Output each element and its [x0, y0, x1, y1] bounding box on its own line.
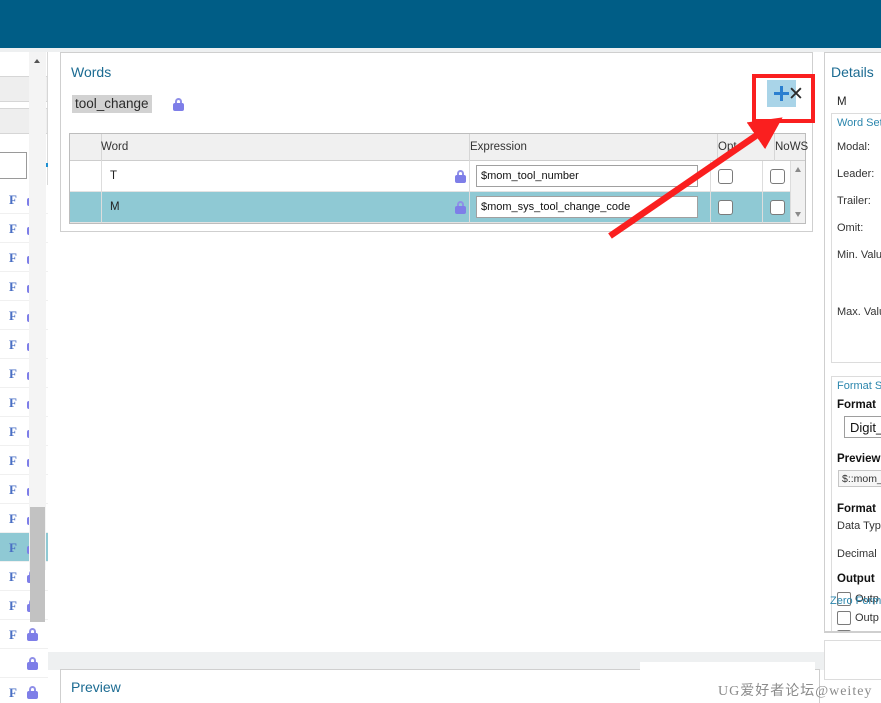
lock-icon	[173, 98, 184, 116]
left-sidebar: FFFFFFFFFFFFFFFFFF	[0, 52, 48, 703]
details-panel-title: Details	[831, 64, 874, 80]
watermark-text: UG爱好者论坛@weitey	[718, 684, 873, 699]
label-data-type: Data Typ	[837, 520, 881, 532]
sidebar-item-flag: F	[9, 221, 17, 236]
sidebar-list-item[interactable]: F	[0, 620, 48, 649]
details-panel-edge	[824, 632, 881, 633]
scroll-up-icon[interactable]	[795, 167, 801, 172]
label-decimal: Decimal	[837, 548, 877, 560]
preview-panel-title: Preview	[71, 679, 121, 695]
sidebar-item-flag: F	[9, 337, 17, 352]
zero-format-legend: Zero Form	[830, 595, 881, 607]
format-settings-group: Format S Format Digit_ Preview $::mom_s …	[831, 376, 881, 631]
cell-opt-checkbox[interactable]	[718, 169, 733, 184]
zero-format-group	[824, 640, 881, 680]
label-trailer: Trailer:	[837, 195, 871, 207]
label-min-value: Min. Valu	[837, 249, 881, 261]
sidebar-item-flag: F	[9, 598, 17, 613]
content-background	[48, 233, 881, 669]
cell-expression-input[interactable]: $mom_sys_tool_change_code	[476, 196, 698, 218]
output-option-checkbox[interactable]	[837, 611, 851, 625]
details-selected-word: M	[837, 96, 847, 108]
sidebar-item-flag: F	[9, 192, 17, 207]
sidebar-item-flag: F	[9, 424, 17, 439]
sidebar-item-flag: F	[9, 627, 17, 642]
output-heading: Output	[837, 573, 875, 585]
app-window: FFFFFFFFFFFFFFFFFF Words tool_change ✕	[0, 0, 881, 703]
details-panel: Details M Word Set Modal: Leader: Traile…	[824, 52, 881, 632]
sidebar-list-item[interactable]: F	[0, 678, 48, 703]
sidebar-item-flag: F	[9, 279, 17, 294]
sidebar-item-flag: F	[9, 569, 17, 584]
sidebar-item-flag: F	[9, 308, 17, 323]
lock-icon	[455, 170, 466, 183]
format-value-input[interactable]: Digit_	[844, 416, 881, 438]
label-leader: Leader:	[837, 168, 875, 180]
table-row[interactable]: M $mom_sys_tool_change_code	[70, 192, 805, 223]
cell-expression-input[interactable]: $mom_tool_number	[476, 165, 698, 187]
words-table-scrollbar[interactable]	[790, 161, 805, 223]
sidebar-item-flag: F	[9, 482, 17, 497]
sidebar-item-flag: F	[9, 540, 17, 555]
cell-opt-checkbox[interactable]	[718, 200, 733, 215]
preview-label: Preview	[837, 453, 881, 465]
sidebar-item-flag: F	[9, 250, 17, 265]
search-input[interactable]	[0, 152, 27, 179]
lock-icon	[27, 628, 38, 641]
format-preview-value: $::mom_s	[838, 470, 881, 487]
words-table: Word Expression Opt. NoWS T $mom_tool_num…	[69, 133, 808, 224]
words-group-chip[interactable]: tool_change	[72, 95, 152, 113]
column-header-word: Word	[101, 141, 129, 153]
sidebar-item-flag: F	[9, 366, 17, 381]
format-heading: Format	[837, 503, 876, 515]
workspace: FFFFFFFFFFFFFFFFFF Words tool_change ✕	[0, 52, 881, 703]
sidebar-scroll-up-button[interactable]	[30, 54, 45, 68]
label-modal: Modal:	[837, 141, 871, 153]
sidebar-scrollbar-thumb[interactable]	[30, 507, 45, 622]
column-header-nows: NoWS	[775, 141, 809, 153]
format-label: Format	[837, 399, 876, 411]
words-panel: Words tool_change ✕ Word Expression Opt.…	[60, 52, 813, 232]
scroll-down-icon[interactable]	[795, 212, 801, 217]
cell-nows-checkbox[interactable]	[770, 169, 785, 184]
cell-word: T	[110, 170, 118, 182]
close-icon[interactable]: ✕	[788, 85, 804, 104]
sidebar-scrollbar-track[interactable]	[29, 52, 46, 570]
sidebar-item-flag: F	[9, 395, 17, 410]
application-title-bar	[0, 0, 881, 48]
label-omit: Omit:	[837, 222, 864, 234]
table-row[interactable]: T $mom_tool_number	[70, 161, 805, 192]
sidebar-list-item[interactable]	[0, 649, 48, 678]
column-header-opt: Opt.	[718, 141, 740, 153]
cell-nows-checkbox[interactable]	[770, 200, 785, 215]
sidebar-item-flag: F	[9, 511, 17, 526]
lock-icon	[27, 686, 38, 699]
lock-icon	[27, 657, 38, 670]
words-table-body: T $mom_tool_number M $mom_sys_tool_change_c…	[70, 161, 805, 223]
format-settings-legend: Format S	[837, 380, 881, 392]
words-panel-title: Words	[71, 64, 112, 80]
lock-icon	[455, 201, 466, 214]
cell-word: M	[110, 201, 120, 213]
plus-icon	[774, 86, 789, 101]
output-option-label: Outp	[855, 612, 879, 624]
word-settings-group: Word Set Modal: Leader: Trailer: Omit: M…	[831, 113, 881, 363]
word-settings-legend: Word Set	[837, 117, 881, 129]
label-max-value: Max. Valu	[837, 306, 881, 318]
sidebar-item-flag: F	[9, 685, 17, 700]
sidebar-item-flag: F	[9, 453, 17, 468]
column-header-expression: Expression	[470, 141, 527, 153]
words-table-header: Word Expression Opt. NoWS	[70, 134, 808, 161]
